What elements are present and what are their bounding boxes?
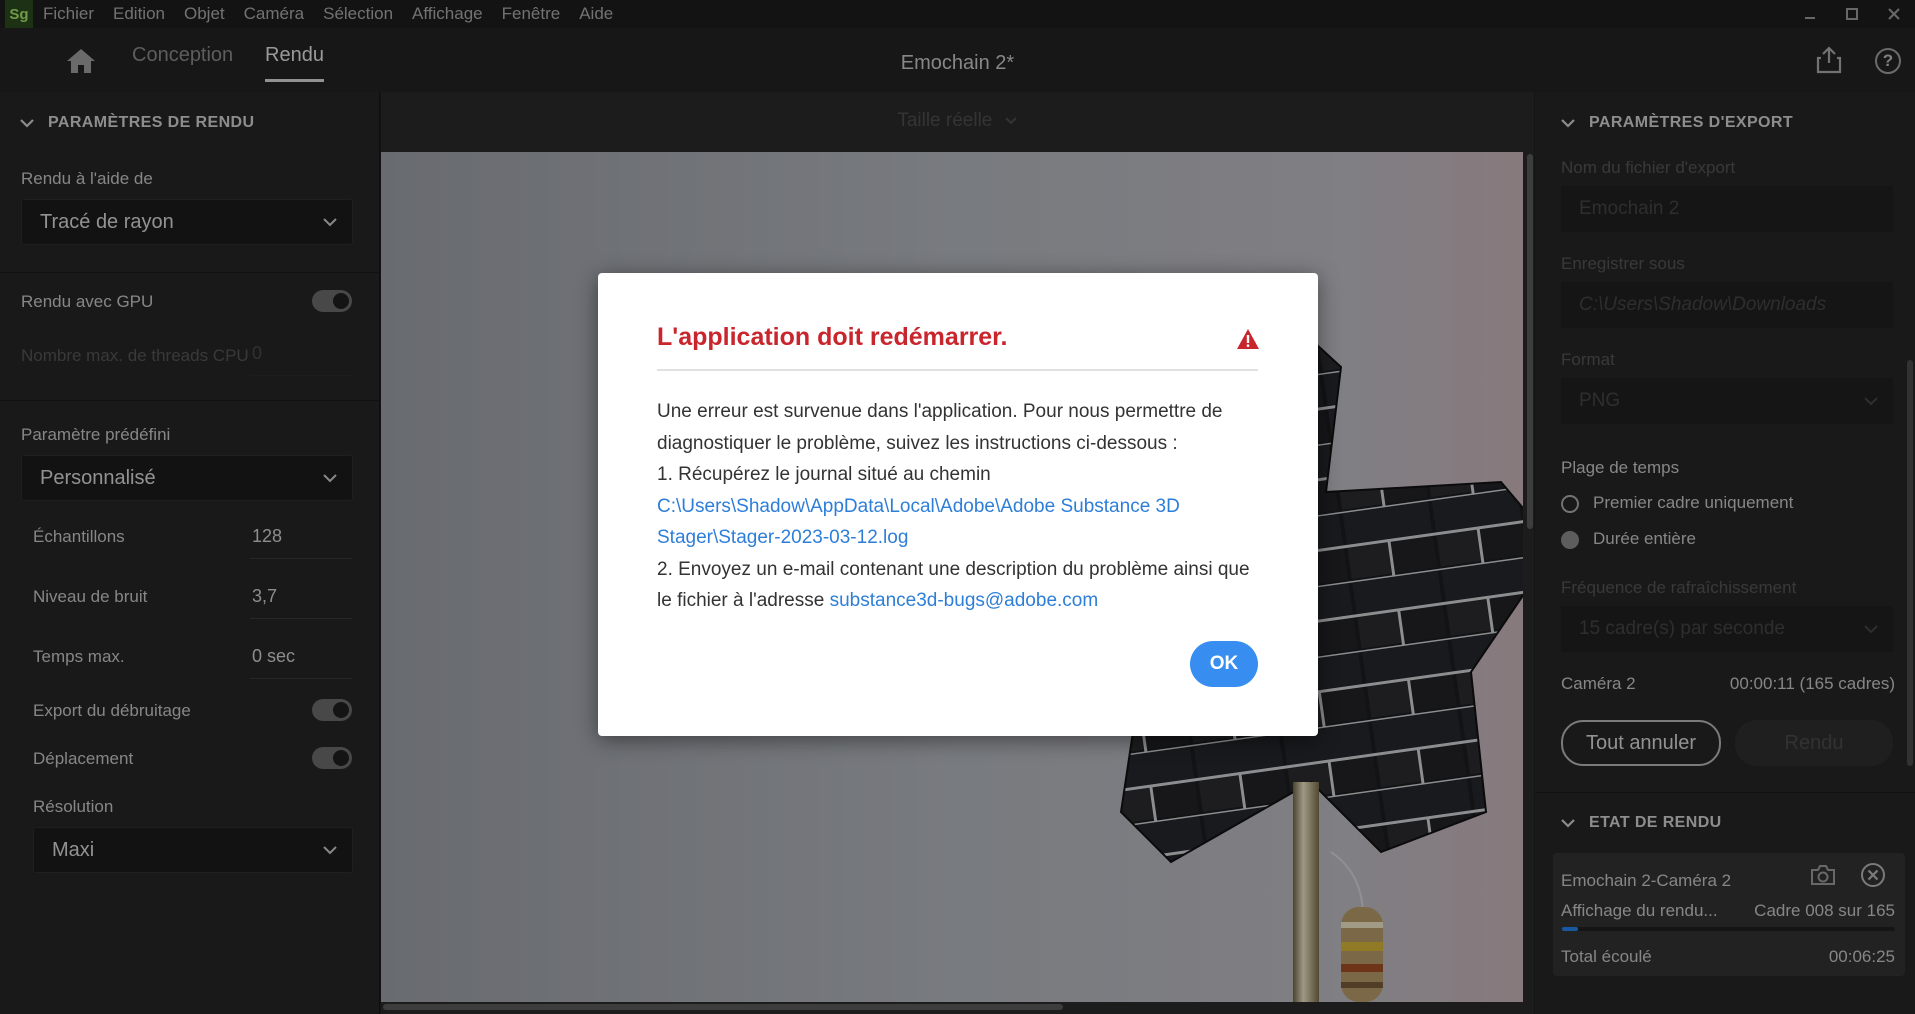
support-email-link[interactable]: substance3d-bugs@adobe.com bbox=[830, 590, 1099, 611]
restart-error-dialog: L'application doit redémarrer. Une erreu… bbox=[598, 273, 1318, 736]
dialog-step-1: 1. Récupérez le journal situé au chemin bbox=[657, 464, 991, 485]
dialog-title: L'application doit redémarrer. bbox=[657, 323, 1008, 351]
dialog-message: Une erreur est survenue dans l'applicati… bbox=[657, 401, 1223, 454]
ok-button[interactable]: OK bbox=[1190, 641, 1258, 687]
dialog-body: Une erreur est survenue dans l'applicati… bbox=[657, 396, 1267, 617]
log-path-link[interactable]: C:\Users\Shadow\AppData\Local\Adobe\Adob… bbox=[657, 496, 1180, 549]
dialog-step-2: 2. Envoyez un e-mail contenant une descr… bbox=[657, 554, 1267, 617]
dialog-divider bbox=[657, 369, 1258, 371]
alert-icon bbox=[1237, 329, 1259, 349]
